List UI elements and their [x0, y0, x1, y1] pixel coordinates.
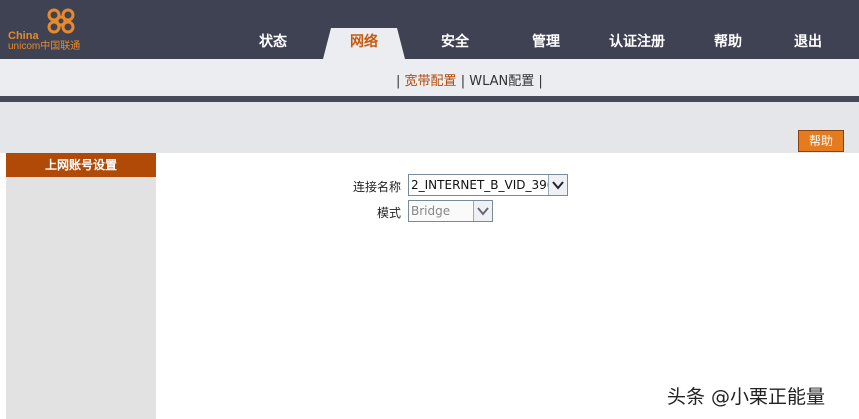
nav-tab-security[interactable]: 安全: [427, 28, 483, 59]
mode-label: 模式: [376, 206, 401, 220]
nav-tab-auth-register[interactable]: 认证注册: [600, 28, 674, 59]
china-unicom-logo: China unicom中国联通: [6, 8, 96, 56]
chevron-down-icon[interactable]: [473, 201, 492, 221]
sidebar: 上网账号设置: [6, 153, 156, 419]
nav-tab-network[interactable]: 网络: [323, 28, 405, 59]
connection-name-label: 连接名称: [352, 180, 401, 194]
mode-value: Bridge: [411, 204, 451, 218]
nav-tab-manage[interactable]: 管理: [518, 28, 574, 59]
sub-nav-bar: | 宽带配置 | WLAN配置 |: [0, 59, 859, 96]
sub-tab-wlan-config[interactable]: WLAN配置: [469, 74, 534, 89]
sidebar-item-account-settings[interactable]: 上网账号设置: [6, 153, 156, 177]
toolbar-band: [0, 102, 859, 153]
nav-tab-logout[interactable]: 退出: [780, 28, 836, 59]
logo-text-unicom: unicom中国联通: [8, 41, 81, 52]
nav-tab-help[interactable]: 帮助: [700, 28, 756, 59]
help-button[interactable]: 帮助: [798, 130, 844, 152]
sub-nav-separator: |: [538, 74, 543, 89]
mode-select[interactable]: Bridge: [408, 200, 493, 222]
nav-tab-status[interactable]: 状态: [245, 28, 301, 59]
watermark-text: 头条 @小栗正能量: [667, 386, 826, 408]
connection-name-value: 2_INTERNET_B_VID_396: [411, 178, 555, 192]
top-nav-bar: China unicom中国联通 状态 网络 安全 管理 认证注册 帮助 退出: [0, 0, 859, 59]
sub-nav-separator: |: [460, 74, 466, 89]
connection-name-select[interactable]: 2_INTERNET_B_VID_396: [408, 174, 568, 196]
sub-nav: | 宽带配置 | WLAN配置 |: [396, 70, 543, 89]
chevron-down-icon[interactable]: [548, 175, 567, 195]
sub-tab-broadband-config[interactable]: 宽带配置: [405, 74, 457, 89]
sub-nav-separator: |: [396, 74, 401, 89]
unicom-knot-icon: [47, 8, 75, 34]
